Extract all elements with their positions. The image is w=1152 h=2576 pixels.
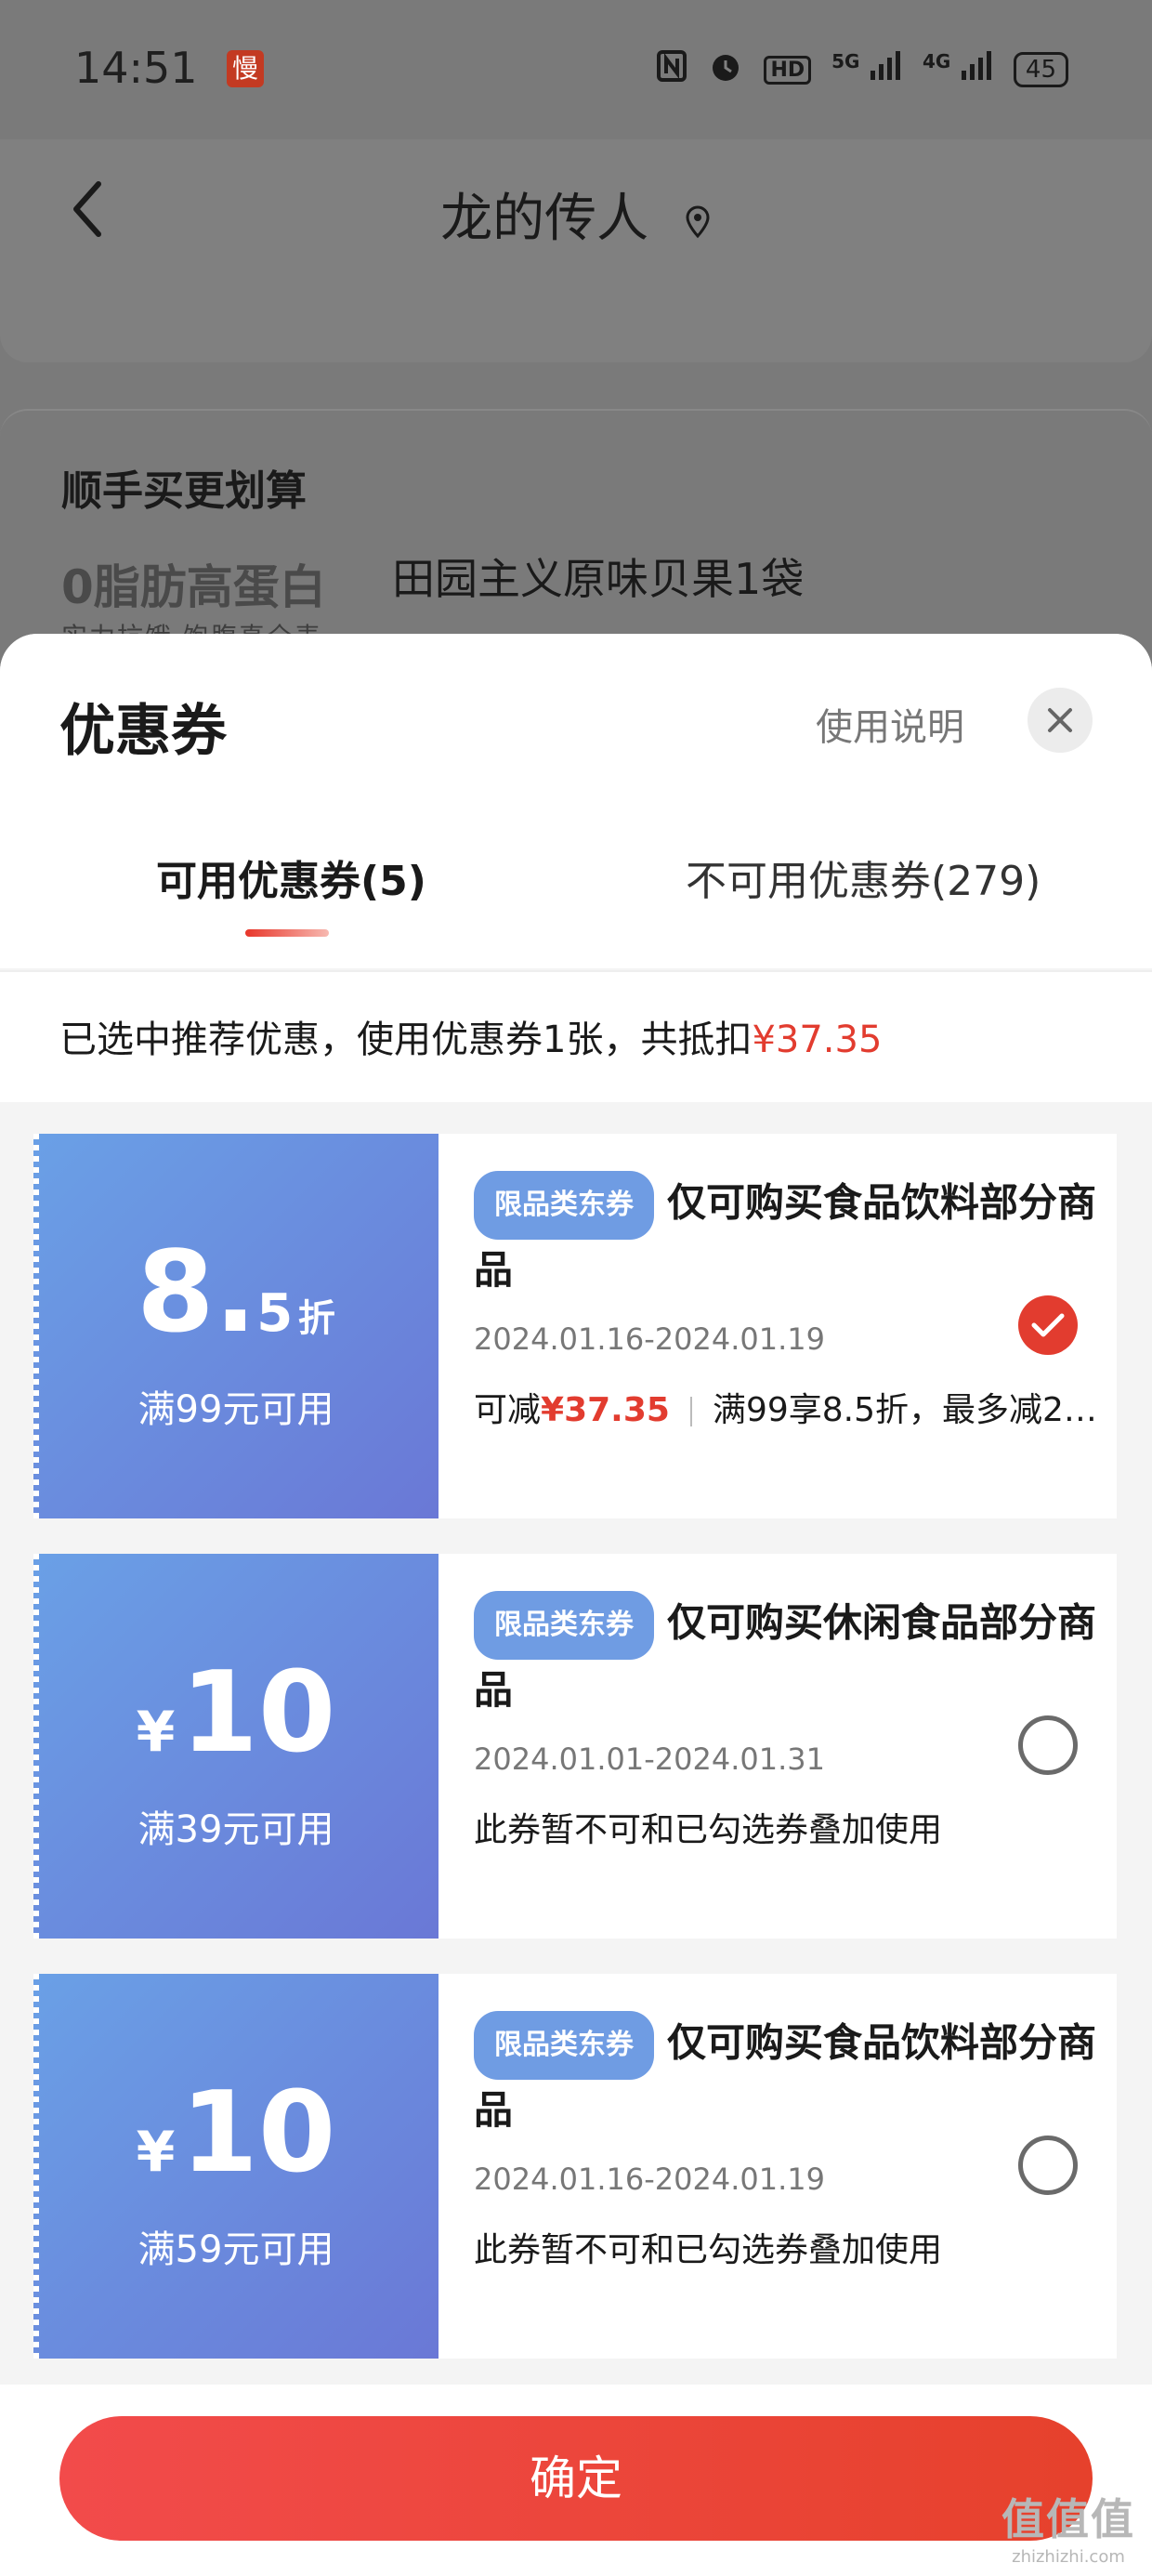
coupon-select-checkbox[interactable] — [1018, 1295, 1078, 1355]
store-name: 龙的传人 — [440, 189, 649, 249]
summary-text: 已选中推荐优惠，使用优惠券1张，共抵扣¥37.35 — [59, 1009, 882, 1063]
coupon-sheet: 优惠券 使用说明 可用优惠券(5) 不可用优惠券(279) 已选中推荐优惠，使用… — [0, 634, 1152, 2576]
coupon-value: 8.5 折 — [33, 1238, 439, 1349]
coupon-card[interactable]: 8.5 折 满99元可用 限品类东券 仅可购买食品饮料部分商品 2024.01.1… — [33, 1134, 1117, 1518]
coupon-condition: 满59元可用 — [137, 2228, 334, 2271]
summary-prefix: 已选中推荐优惠，使用优惠券1张，共抵扣 — [59, 1019, 753, 1061]
desc-rest: 满99享8.5折，最多减200元 — [712, 1391, 1106, 1429]
nfc-icon — [656, 49, 687, 90]
coupon-select-checkbox[interactable] — [1018, 2136, 1078, 2195]
selection-summary: 已选中推荐优惠，使用优惠券1张，共抵扣¥37.35 — [0, 972, 1152, 1102]
coupon-title: 限品类东券 仅可购买食品饮料部分商品 — [474, 2011, 1106, 2141]
close-button[interactable] — [1028, 688, 1093, 753]
coupon-value-panel: 8.5 折 满99元可用 — [33, 1134, 439, 1518]
recommend-card-title: 顺手买更划算 — [61, 467, 307, 515]
sheet-title: 优惠券 — [59, 699, 227, 764]
coupon-date: 2024.01.16-2024.01.19 — [474, 2162, 825, 2197]
coupon-discount-main: 8. — [137, 1229, 257, 1358]
coupon-value-panel: ¥10 满59元可用 — [33, 1974, 439, 2359]
coupon-details: 限品类东券 仅可购买食品饮料部分商品 2024.01.16-2024.01.19 … — [474, 1171, 1106, 1431]
coupon-tabs: 可用优惠券(5) 不可用优惠券(279) — [0, 848, 1152, 968]
coupon-description: 此券暂不可和已勾选券叠加使用 — [474, 2231, 943, 2269]
active-tab-indicator — [245, 929, 329, 937]
coupon-value-panel: ¥10 满39元可用 — [33, 1554, 439, 1939]
nav-bar: 龙的传人 — [0, 139, 1152, 362]
confirm-button[interactable]: 确定 — [59, 2416, 1093, 2541]
coupon-details: 限品类东券 仅可购买休闲食品部分商品 2024.01.01-2024.01.31 … — [474, 1591, 1106, 1851]
coupon-value: ¥10 — [33, 2078, 439, 2189]
usage-instructions-link[interactable]: 使用说明 — [816, 697, 964, 751]
coupon-condition: 满39元可用 — [137, 1808, 334, 1851]
5g-signal-icon: 5G — [831, 50, 902, 89]
watermark-text: 值值值 — [1001, 2494, 1135, 2544]
coupon-discount-decimal: 5 — [256, 1283, 294, 1344]
close-icon — [1048, 708, 1072, 732]
coupon-currency: ¥ — [136, 2120, 176, 2185]
watermark-logo: 值值值 zhizhizhi.com — [1001, 2486, 1135, 2567]
coupon-date: 2024.01.01-2024.01.31 — [474, 1741, 825, 1777]
tab-unavailable-coupons[interactable]: 不可用优惠券(279) — [686, 848, 1041, 907]
coupon-currency: ¥ — [136, 1700, 176, 1765]
desc-separator — [689, 1397, 692, 1426]
check-icon — [1031, 1313, 1065, 1337]
battery-icon: 45 — [1013, 52, 1068, 87]
product-name: 田园主义原味贝果1袋 — [392, 554, 805, 604]
status-time: 14:51 — [74, 43, 198, 93]
coupon-amount: 10 — [180, 1649, 336, 1778]
alarm-icon — [708, 48, 743, 91]
page-title: 龙的传人 — [0, 177, 1152, 252]
desc-amount: ¥37.35 — [541, 1391, 670, 1429]
status-bar: 14:51 慢 HD 5G 4G 45 — [0, 0, 1152, 139]
sheet-header: 优惠券 使用说明 可用优惠券(5) 不可用优惠券(279) — [0, 634, 1152, 968]
product-promo-image: 0脂肪高蛋白 实力抗饿 饱腹真全麦 — [61, 550, 349, 652]
coupon-card[interactable]: ¥10 满39元可用 限品类东券 仅可购买休闲食品部分商品 2024.01.01-… — [33, 1554, 1117, 1939]
coupon-tag: 限品类东券 — [474, 2011, 654, 2080]
location-pin-icon[interactable] — [684, 205, 712, 239]
coupon-card[interactable]: ¥10 满59元可用 限品类东券 仅可购买食品饮料部分商品 2024.01.16-… — [33, 1974, 1117, 2359]
coupon-condition: 满99元可用 — [137, 1388, 334, 1431]
coupon-description: 此券暂不可和已勾选券叠加使用 — [474, 1811, 943, 1849]
background-page: 14:51 慢 HD 5G 4G 45 龙的传人 顺手买更划算 0脂肪高蛋白 田… — [0, 0, 1152, 688]
coupon-description: 可减¥37.35 满99享8.5折，最多减200元 — [474, 1383, 1106, 1431]
coupon-tag: 限品类东券 — [474, 1171, 654, 1240]
desc-prefix: 可减 — [474, 1391, 542, 1429]
summary-amount: ¥37.35 — [752, 1019, 883, 1061]
app-notification-icon: 慢 — [227, 50, 264, 87]
coupon-value: ¥10 — [33, 1658, 439, 1769]
coupon-amount: 10 — [180, 2069, 336, 2198]
coupon-discount-unit: 折 — [297, 1297, 335, 1340]
tab-available-coupons[interactable]: 可用优惠券(5) — [156, 848, 426, 907]
coupon-details: 限品类东券 仅可购买食品饮料部分商品 2024.01.16-2024.01.19 … — [474, 2011, 1106, 2271]
watermark-url: zhizhizhi.com — [1012, 2547, 1125, 2567]
coupon-date: 2024.01.16-2024.01.19 — [474, 1321, 825, 1357]
sheet-footer: 确定 值值值 zhizhizhi.com — [0, 2385, 1152, 2576]
promo-main-text: 0脂肪高蛋白 — [61, 560, 326, 614]
hd-icon: HD — [764, 55, 812, 85]
coupon-title: 限品类东券 仅可购买食品饮料部分商品 — [474, 1171, 1106, 1301]
coupon-select-checkbox[interactable] — [1018, 1715, 1078, 1775]
coupon-title: 限品类东券 仅可购买休闲食品部分商品 — [474, 1591, 1106, 1721]
4g-signal-icon: 4G — [923, 50, 993, 89]
coupon-tag: 限品类东券 — [474, 1591, 654, 1660]
status-icons: HD 5G 4G 45 — [656, 48, 1068, 91]
